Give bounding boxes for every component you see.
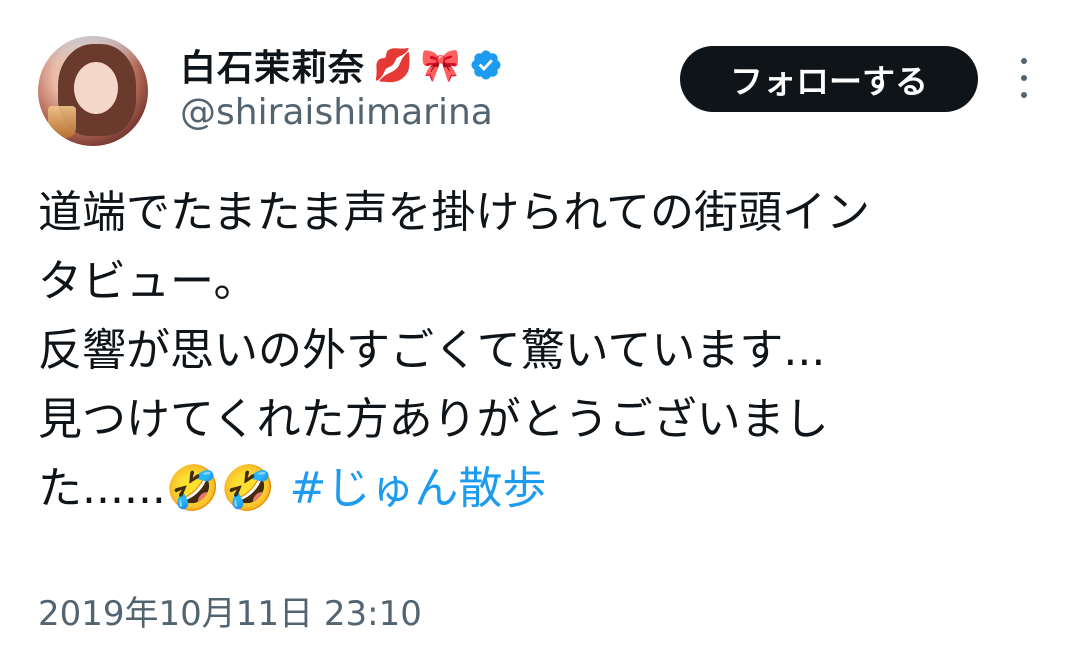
tweet: 白石茉莉奈 💋 🎀 @shiraishimarina フォローする 道端でたまた… bbox=[0, 0, 1065, 665]
tweet-text-line: 道端でたまたま声を掛けられての街頭イン bbox=[38, 187, 871, 238]
more-dot bbox=[1021, 75, 1027, 81]
tweet-text-line: タビュー。 bbox=[38, 256, 258, 307]
avatar[interactable] bbox=[38, 36, 148, 146]
verified-badge-icon bbox=[471, 50, 501, 80]
tweet-text-last-line: た......🤣🤣 #じゅん散歩 bbox=[38, 454, 1038, 523]
more-dot bbox=[1021, 58, 1027, 64]
author-name-row: 白石茉莉奈 💋 🎀 bbox=[180, 40, 503, 90]
lips-emoji-icon: 💋 bbox=[373, 46, 413, 84]
display-name[interactable]: 白石茉莉奈 bbox=[180, 39, 365, 91]
more-dot bbox=[1021, 92, 1027, 98]
more-vertical-icon[interactable] bbox=[1012, 58, 1036, 98]
ribbon-emoji-icon: 🎀 bbox=[420, 46, 461, 84]
tweet-text-line: 反響が思いの外すごくて驚いています... bbox=[38, 325, 826, 376]
tweet-text: 道端でたまたま声を掛けられての街頭イン タビュー。 反響が思いの外すごくて驚いて… bbox=[38, 178, 1038, 523]
avatar-glass bbox=[48, 106, 76, 138]
hashtag-link[interactable]: #じゅん散歩 bbox=[290, 463, 547, 514]
follow-button[interactable]: フォローする bbox=[680, 46, 978, 112]
author-handle[interactable]: @shiraishimarina bbox=[180, 92, 493, 133]
rofl-emoji-icon: 🤣🤣 bbox=[165, 463, 276, 514]
tweet-timestamp[interactable]: 2019年10月11日 23:10 bbox=[38, 586, 422, 635]
tweet-text-ending: た...... bbox=[38, 463, 166, 514]
avatar-face bbox=[74, 62, 118, 114]
tweet-text-line: 見つけてくれた方ありがとうございまし bbox=[38, 394, 829, 445]
